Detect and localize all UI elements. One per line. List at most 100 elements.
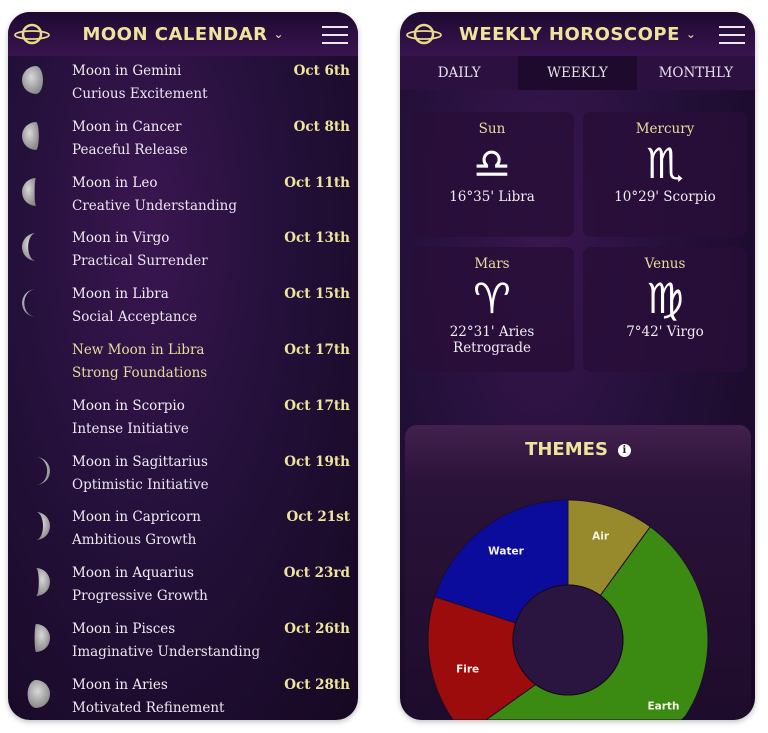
moon-list: Moon in Gemini Curious Excitement Oct 6th M… (8, 60, 358, 718)
moon-phase-icon (34, 623, 50, 652)
moon-date: Oct 19th (284, 453, 350, 470)
planet-position: 16°35' Libra (449, 189, 535, 205)
aries-icon: ♈ (473, 274, 511, 323)
logo-icon[interactable] (404, 20, 444, 48)
moon-sign-theme: Intense Initiative (72, 420, 189, 437)
moon-sign-theme: Imaginative Understanding (72, 643, 261, 660)
moon-list-item[interactable]: Moon in Aries Motivated Refinement Oct 28t… (8, 674, 358, 718)
planet-name: Sun (478, 121, 506, 137)
moon-list-item[interactable]: Moon in Scorpio Intense Initiative Oct 17t… (8, 395, 358, 451)
page-title[interactable]: MOON CALENDAR (82, 24, 267, 45)
themes-donut-chart: Air Earth Fire Water (427, 499, 709, 720)
moon-list-item[interactable]: Moon in Libra Social Acceptance Oct 15th (8, 283, 358, 339)
moon-sign-title: Moon in Sagittarius (72, 453, 208, 470)
moon-list-item[interactable]: Moon in Gemini Curious Excitement Oct 6th (8, 60, 358, 116)
planet-name: Mars (474, 256, 510, 272)
app-header: WEEKLY HOROSCOPE ⌄ (400, 12, 755, 56)
moon-sign-title: Moon in Cancer (72, 118, 182, 135)
moon-date: Oct 28th (284, 676, 350, 693)
moon-date: Oct 15th (284, 286, 350, 303)
moon-date: Oct 21st (286, 509, 350, 526)
info-icon[interactable]: i (617, 443, 631, 457)
moon-list-item[interactable]: New Moon in Libra Strong Foundations Oct 1… (8, 339, 358, 395)
planet-card-mars[interactable]: Mars ♈ 22°31' Aries Retrograde (410, 247, 574, 372)
moon-phase-icon (22, 121, 39, 150)
moon-sign-theme: Optimistic Initiative (72, 476, 209, 493)
planet-card-venus[interactable]: Venus ♍ 7°42' Virgo (583, 247, 747, 372)
moon-sign-theme: Ambitious Growth (72, 532, 197, 549)
planet-name: Mercury (635, 121, 695, 137)
moon-date: Oct 17th (284, 397, 350, 414)
moon-date: Oct 8th (293, 118, 350, 135)
planet-position: 10°29' Scorpio (614, 189, 716, 205)
themes-panel: Air Earth Fire Water THEMES i (405, 425, 751, 720)
libra-icon: ♎ (473, 139, 511, 188)
logo-icon[interactable] (12, 20, 52, 48)
moon-sign-theme: Motivated Refinement (72, 699, 225, 716)
moon-sign-title: Moon in Pisces (72, 620, 176, 637)
hamburger-menu-icon[interactable] (719, 26, 745, 44)
moon-date: Oct 23rd (283, 565, 350, 582)
moon-sign-title: Moon in Virgo (72, 230, 170, 247)
moon-phase-icon (22, 66, 43, 94)
planet-card-sun[interactable]: Sun ♎ 16°35' Libra (410, 112, 574, 237)
donut-hole (512, 584, 624, 696)
moon-list-item[interactable]: Moon in Capricorn Ambitious Growth Oct 21s… (8, 506, 358, 562)
moon-calendar-screen: MOON CALENDAR ⌄ Moon in Gemini Curious Ex… (8, 12, 358, 720)
moon-date: Oct 17th (284, 341, 350, 358)
planet-position: 7°42' Virgo (626, 324, 704, 340)
moon-date: Oct 11th (284, 174, 350, 191)
moon-sign-title: Moon in Leo (72, 174, 158, 191)
moon-sign-title: Moon in Gemini (72, 63, 182, 79)
virgo-icon: ♍ (646, 274, 684, 323)
themes-title: THEMES i (405, 439, 751, 460)
chevron-down-icon[interactable]: ⌄ (274, 27, 284, 41)
donut-label: Fire (456, 664, 479, 676)
moon-phase-icon (22, 233, 36, 262)
moon-date: Oct 6th (293, 63, 350, 79)
moon-phase-icon (36, 568, 50, 597)
moon-sign-title: Moon in Capricorn (72, 509, 201, 526)
moon-phase-icon (22, 289, 36, 318)
planet-card-mercury[interactable]: Mercury ♏ 10°29' Scorpio (583, 112, 747, 237)
app-header: MOON CALENDAR ⌄ (8, 12, 358, 56)
page-title[interactable]: WEEKLY HOROSCOPE (459, 24, 680, 45)
chevron-down-icon[interactable]: ⌄ (686, 27, 696, 41)
moon-date: Oct 13th (284, 230, 350, 247)
donut-label: Air (592, 531, 610, 543)
moon-sign-title: Moon in Scorpio (72, 397, 185, 414)
moon-sign-theme: Curious Excitement (72, 86, 208, 102)
scorpio-icon: ♏ (646, 139, 684, 188)
moon-list-item[interactable]: Moon in Leo Creative Understanding Oct 11t… (8, 172, 358, 228)
moon-list-item[interactable]: Moon in Sagittarius Optimistic Initiative… (8, 451, 358, 507)
moon-sign-theme: Social Acceptance (72, 309, 198, 326)
tab-monthly[interactable]: MONTHLY (637, 56, 755, 90)
moon-phase-icon (36, 456, 50, 485)
moon-phase-icon (36, 512, 50, 541)
moon-sign-title: Moon in Libra (72, 286, 169, 303)
themes-heading: THEMES (525, 439, 608, 460)
moon-list-item[interactable]: Moon in Virgo Practical Surrender Oct 13th (8, 227, 358, 283)
moon-phase-icon (27, 679, 50, 708)
tab-daily[interactable]: DAILY (400, 56, 518, 90)
moon-list-item[interactable]: Moon in Pisces Imaginative Understanding O… (8, 618, 358, 674)
moon-sign-theme: Creative Understanding (72, 197, 238, 214)
planet-position: 22°31' Aries Retrograde (449, 324, 535, 356)
moon-sign-theme: Peaceful Release (72, 141, 188, 158)
tab-weekly[interactable]: WEEKLY (518, 56, 637, 90)
moon-list-item[interactable]: Moon in Aquarius Progressive Growth Oct 23… (8, 562, 358, 618)
moon-sign-title: New Moon in Libra (72, 341, 205, 358)
planet-name: Venus (644, 256, 686, 272)
moon-sign-title: Moon in Aquarius (72, 565, 194, 582)
moon-list-item[interactable]: Moon in Cancer Peaceful Release Oct 8th (8, 116, 358, 172)
moon-sign-theme: Progressive Growth (72, 588, 208, 605)
moon-phase-icon (22, 177, 36, 206)
moon-sign-theme: Practical Surrender (72, 253, 208, 270)
donut-label: Water (488, 546, 524, 558)
hamburger-menu-icon[interactable] (322, 26, 348, 44)
moon-sign-title: Moon in Aries (72, 676, 168, 693)
moon-date: Oct 26th (284, 620, 350, 637)
moon-sign-theme: Strong Foundations (72, 364, 208, 381)
weekly-horoscope-screen: WEEKLY HOROSCOPE ⌄ DAILY WEEKLY MONTHLY … (400, 12, 755, 720)
period-tabs: DAILY WEEKLY MONTHLY (400, 56, 755, 90)
